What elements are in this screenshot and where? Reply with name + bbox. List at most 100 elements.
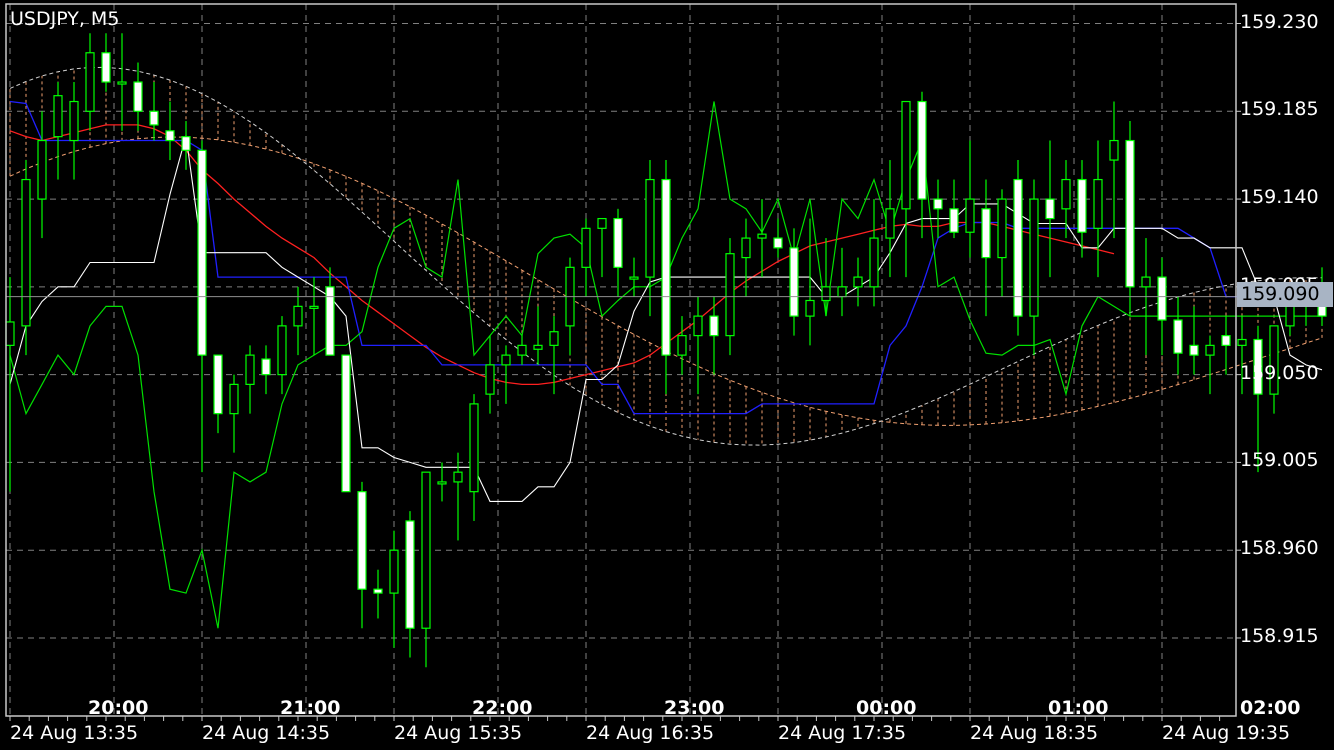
time-tick-label: 00:00	[856, 697, 917, 719]
candle-body	[1061, 178, 1071, 210]
candle-body	[1269, 325, 1279, 395]
price-tick-label: 159.005	[1240, 449, 1319, 472]
candle-body	[837, 286, 847, 298]
candle-body	[245, 354, 255, 385]
candlesticks	[5, 33, 1327, 668]
candle-body	[693, 315, 703, 337]
candle-body	[853, 276, 863, 288]
time-tick-label: 21:00	[280, 697, 341, 719]
candle-body	[229, 383, 239, 415]
candle-body	[581, 227, 591, 268]
candle-body	[149, 110, 159, 126]
chart-grid	[6, 4, 1236, 716]
candle-body	[533, 344, 543, 350]
candle-body	[773, 237, 783, 249]
time-tick-label: 20:00	[88, 697, 149, 719]
time-tick-label: 22:00	[472, 697, 533, 719]
time-tick-label: 01:00	[1048, 697, 1109, 719]
candle-body	[453, 471, 463, 483]
candle-body	[645, 178, 655, 278]
candle-body	[53, 95, 63, 138]
candle-body	[197, 149, 207, 356]
price-tick-label: 159.050	[1240, 361, 1319, 384]
candle-body	[37, 139, 47, 200]
candle-body	[1221, 335, 1231, 346]
candle-body	[901, 100, 911, 210]
candle-body	[1141, 276, 1151, 288]
candle-body	[597, 217, 607, 229]
candle-body	[373, 588, 383, 594]
candle-body	[213, 354, 223, 415]
candle-body	[1077, 178, 1087, 233]
candle-body	[1013, 178, 1023, 317]
candle-body	[677, 335, 687, 356]
candle-body	[501, 354, 511, 366]
candle-body	[885, 208, 895, 239]
candle-body	[821, 286, 831, 302]
date-tick-label: 24 Aug 15:35	[394, 722, 523, 744]
candle-body	[1093, 178, 1103, 229]
candle-body	[309, 305, 319, 309]
candle-body	[389, 549, 399, 594]
candle-body	[981, 208, 991, 259]
candle-body	[741, 237, 751, 259]
candle-body	[917, 100, 927, 200]
candle-body	[869, 237, 879, 288]
candle-body	[1029, 198, 1039, 317]
tenkan-line	[9, 124, 1115, 386]
candle-body	[757, 233, 767, 239]
candle-body	[261, 358, 271, 376]
candle-body	[181, 136, 191, 151]
candle-body	[293, 305, 303, 327]
candle-body	[789, 247, 799, 317]
candle-body	[1125, 139, 1135, 288]
candle-body	[165, 130, 175, 142]
candle-body	[357, 491, 367, 590]
candle-body	[613, 217, 623, 268]
candle-body	[997, 198, 1007, 259]
candle-body	[1109, 139, 1119, 161]
time-tick-label: 23:00	[664, 697, 725, 719]
candle-body	[341, 354, 351, 493]
date-tick-label: 24 Aug 18:35	[970, 722, 1099, 744]
candle-body	[1205, 344, 1215, 356]
candle-body	[69, 100, 79, 142]
candle-body	[1157, 276, 1167, 321]
candle-body	[709, 315, 719, 337]
candle-body	[805, 299, 815, 317]
date-tick-label: 24 Aug 16:35	[586, 722, 715, 744]
candle-body	[5, 321, 15, 346]
candle-body	[549, 331, 559, 346]
date-tick-label: 24 Aug 13:35	[10, 722, 139, 744]
candle-body	[421, 471, 431, 629]
candle-body	[469, 403, 479, 493]
candle-body	[1045, 198, 1055, 220]
candle-body	[101, 52, 111, 83]
candle-body	[1237, 338, 1247, 346]
price-tick-label: 159.140	[1240, 186, 1319, 209]
candle-body	[1189, 344, 1199, 356]
price-tick-label: 158.960	[1240, 537, 1319, 560]
date-tick-label: 24 Aug 14:35	[202, 722, 331, 744]
candle-body	[1173, 319, 1183, 354]
candle-body	[933, 198, 943, 210]
candle-body	[517, 344, 527, 356]
candle-body	[21, 178, 31, 327]
price-chart[interactable]	[0, 0, 1334, 750]
candle-body	[85, 52, 95, 112]
candle-body	[725, 253, 735, 337]
date-tick-label: 24 Aug 19:35	[1162, 722, 1291, 744]
candle-body	[965, 198, 975, 233]
candle-body	[661, 178, 671, 356]
price-tick-label: 159.185	[1240, 98, 1319, 121]
candle-body	[485, 364, 495, 395]
price-tick-label: 158.915	[1240, 624, 1319, 647]
candle-body	[277, 325, 287, 376]
symbol-label: USDJPY, M5	[10, 8, 120, 30]
current-price-label: 159.090	[1237, 282, 1333, 307]
candle-body	[949, 208, 959, 233]
candle-body	[405, 520, 415, 629]
date-tick-label: 24 Aug 17:35	[778, 722, 907, 744]
price-tick-label: 159.230	[1240, 10, 1319, 33]
candle-body	[1317, 305, 1327, 317]
